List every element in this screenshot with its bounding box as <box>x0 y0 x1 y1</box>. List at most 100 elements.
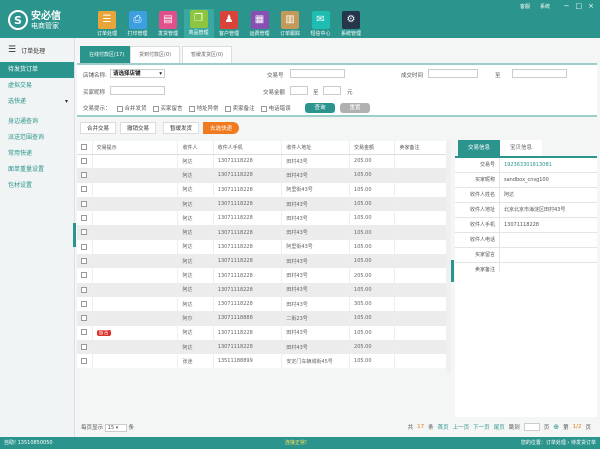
nav-mail[interactable]: ✉ 短信中心 <box>306 10 336 38</box>
row-checkbox[interactable] <box>77 225 93 240</box>
column-header[interactable]: 收件人 <box>177 141 214 155</box>
row-checkbox[interactable] <box>77 354 93 369</box>
row-checkbox[interactable] <box>77 282 93 297</box>
action-button-2[interactable]: 暂缓发货 <box>163 122 200 134</box>
table-row[interactable]: 阿达 13071118228 阿里街43号 105.00 <box>77 239 451 255</box>
hint-checkbox[interactable]: 买家留言 <box>152 104 183 112</box>
system-link[interactable]: 系统 <box>540 3 550 10</box>
sidebar-header[interactable]: ☰ 订单处理 <box>0 38 74 62</box>
amount-min-input[interactable] <box>290 86 308 95</box>
checkbox[interactable] <box>224 105 231 112</box>
select-all-checkbox[interactable] <box>77 141 93 155</box>
service-link[interactable]: 客服 <box>520 3 530 10</box>
last-page-link[interactable]: 尾页 <box>494 423 505 431</box>
checkbox[interactable] <box>152 105 159 112</box>
deal-time-end[interactable] <box>512 69 567 78</box>
nav-clipboard[interactable]: ▥ 订单跟踪 <box>275 10 305 38</box>
table-scrollbar[interactable] <box>446 141 451 374</box>
table-row[interactable]: 阿达 13071118228 田村43号 205.00 <box>77 268 451 283</box>
sidebar-item[interactable]: 待发货订单 <box>0 62 74 78</box>
row-checkbox[interactable] <box>77 254 93 269</box>
hint-checkbox[interactable]: 地址异常 <box>188 104 219 112</box>
buyer-input[interactable] <box>110 86 165 95</box>
tab-item-info[interactable]: 宝贝信息 <box>500 140 543 156</box>
nav-box[interactable]: ❒ 商品管理 <box>183 9 214 38</box>
row-checkbox[interactable] <box>77 325 93 340</box>
nav-calculator[interactable]: ▦ 运费管理 <box>245 10 275 38</box>
row-checkbox[interactable] <box>77 239 93 255</box>
sidebar-collapse-handle[interactable] <box>73 223 76 247</box>
next-page-link[interactable]: 下一页 <box>473 423 490 431</box>
column-header[interactable]: 卖家备注 <box>394 141 451 155</box>
tab-trade-info[interactable]: 交易信息 <box>458 140 501 156</box>
table-row[interactable]: 阿达 13071118228 阿里街43号 105.00 <box>77 182 451 197</box>
column-header[interactable]: 收件人手机 <box>213 141 283 155</box>
action-button-1[interactable]: 撤销交易 <box>120 122 157 134</box>
deal-time-start[interactable] <box>428 69 478 78</box>
jump-input[interactable] <box>523 423 540 431</box>
checkbox[interactable] <box>188 105 195 112</box>
table-row[interactable]: 阿达 13071118228 田村43号 205.00 <box>77 154 451 169</box>
table-row[interactable]: 阿达 13071118228 田村43号 105.00 <box>77 225 451 240</box>
table-row[interactable]: 阿达 13071118228 田村43号 105.00 <box>77 211 451 226</box>
sidebar-item[interactable]: 虚拟交易 <box>0 78 74 94</box>
reset-button[interactable]: 重置 <box>340 103 370 113</box>
trade-no-input[interactable] <box>290 69 345 78</box>
table-cell <box>92 239 179 255</box>
nav-user[interactable]: ♟ 客户管理 <box>214 10 244 38</box>
table-row[interactable]: 留言 阿达 13071118228 田村43号 105.00 <box>77 325 451 340</box>
column-header[interactable]: 交易提示 <box>92 141 179 155</box>
checkbox[interactable] <box>116 105 123 112</box>
action-button-3[interactable]: 去选快递 <box>203 122 240 134</box>
tab-1[interactable]: 货到付款区(0) <box>130 46 181 63</box>
row-checkbox[interactable] <box>77 168 93 183</box>
hint-checkbox[interactable]: 卖家备注 <box>224 104 255 112</box>
row-checkbox[interactable] <box>77 311 93 326</box>
action-button-0[interactable]: 合并交易 <box>80 122 117 134</box>
hint-checkbox[interactable]: 合并发货 <box>116 104 147 112</box>
hint-checkbox[interactable]: 电话错误 <box>260 104 291 112</box>
row-checkbox[interactable] <box>77 154 93 169</box>
prev-page-link[interactable]: 上一页 <box>453 423 470 431</box>
sidebar-item[interactable]: 选快递 ▾ <box>0 94 74 110</box>
nav-order[interactable]: ☰ 订单处理 <box>92 10 122 38</box>
table-row[interactable]: 阿达 13071118228 田村43号 105.00 <box>77 168 451 183</box>
row-checkbox[interactable] <box>77 339 93 355</box>
detail-collapse-handle[interactable] <box>451 260 454 282</box>
row-checkbox[interactable] <box>77 296 93 312</box>
maximize-button[interactable]: □ <box>576 2 583 10</box>
row-checkbox[interactable] <box>77 182 93 197</box>
column-header[interactable]: 交易金额 <box>349 141 396 155</box>
nav-chart[interactable]: ▤ 发货管理 <box>153 10 183 38</box>
sidebar-item[interactable]: 常用快递 <box>0 146 74 162</box>
amount-max-input[interactable] <box>323 86 341 95</box>
minimize-button[interactable]: − <box>564 2 570 10</box>
go-icon[interactable]: ⊕ <box>553 423 559 431</box>
table-row[interactable]: 阿达 13071118228 田村43号 105.00 <box>77 254 451 269</box>
tab-0[interactable]: 在线付款区(17) <box>80 46 134 63</box>
table-row[interactable]: 阿尔 13071118888 二街23号 105.00 <box>77 311 451 326</box>
table-row[interactable]: 阿达 13071118228 田村43号 305.00 <box>77 296 451 312</box>
column-header[interactable]: 收件人地址 <box>281 141 351 155</box>
sidebar-item[interactable]: 身边通查询 <box>0 114 74 130</box>
shop-select[interactable]: 请选择店铺 ▾ <box>110 69 165 78</box>
nav-gear[interactable]: ⚙ 系统管理 <box>336 10 366 38</box>
checkbox[interactable] <box>260 105 267 112</box>
table-row[interactable]: 张迷 13511188899 安定门车辆城街45号 105.00 <box>77 354 451 369</box>
sidebar-item[interactable]: 面单重量设置 <box>0 162 74 178</box>
row-checkbox[interactable] <box>77 211 93 226</box>
total-count: 17 <box>417 424 425 430</box>
close-button[interactable]: × <box>588 2 594 10</box>
table-row[interactable]: 阿达 13071118228 田村43号 105.00 <box>77 196 451 212</box>
sidebar-item[interactable]: 派送范围查询 <box>0 130 74 146</box>
first-page-link[interactable]: 首页 <box>438 423 449 431</box>
table-row[interactable]: 阿达 13071118228 田村43号 205.00 <box>77 339 451 355</box>
sidebar-item[interactable]: 包材设置 <box>0 178 74 194</box>
tab-2[interactable]: 暂缓发货区(0) <box>182 46 233 63</box>
row-checkbox[interactable] <box>77 196 93 212</box>
search-button[interactable]: 查询 <box>305 103 335 113</box>
table-row[interactable]: 阿达 13071118228 田村43号 105.00 <box>77 282 451 297</box>
per-page-select[interactable]: 15 ▾ <box>104 424 127 432</box>
nav-printer[interactable]: ⎙ 打印管理 <box>123 10 153 38</box>
row-checkbox[interactable] <box>77 268 93 283</box>
